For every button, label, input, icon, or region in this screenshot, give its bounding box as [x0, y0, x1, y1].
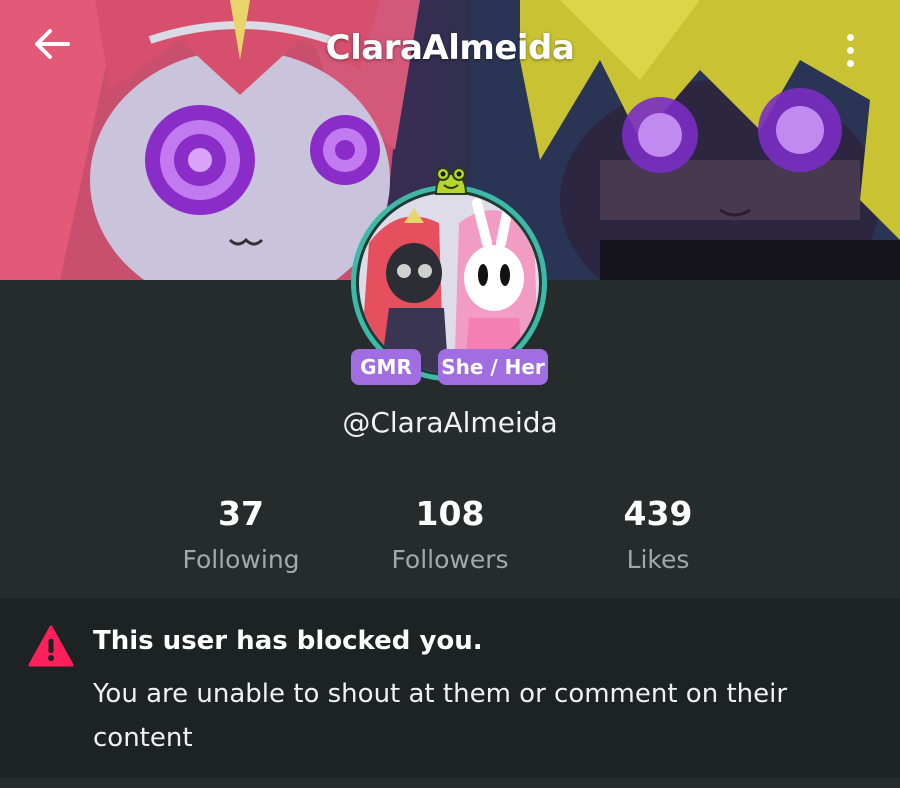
stat-following[interactable]: 37 Following — [141, 492, 341, 580]
more-vertical-icon — [846, 33, 854, 41]
warning-triangle-icon — [28, 625, 74, 667]
page-title: ClaraAlmeida — [325, 28, 575, 68]
role-badge: GMR — [351, 349, 421, 385]
frog-icon — [434, 167, 468, 195]
notice-body: You are unable to shout at them or comme… — [93, 679, 788, 753]
stat-label: Followers — [391, 545, 509, 574]
notice-title: This user has blocked you. — [93, 626, 483, 656]
stat-label: Likes — [626, 545, 690, 574]
stat-value: 108 — [415, 494, 485, 533]
stat-value: 439 — [623, 494, 693, 533]
stat-followers[interactable]: 108 Followers — [350, 492, 550, 580]
stat-likes[interactable]: 439 Likes — [558, 492, 758, 580]
pronouns-badge: She / Her — [438, 349, 548, 385]
stat-label: Following — [182, 545, 300, 574]
stat-value: 37 — [218, 494, 264, 533]
more-options-button[interactable] — [830, 28, 870, 72]
username-handle: @ClaraAlmeida — [342, 406, 558, 439]
